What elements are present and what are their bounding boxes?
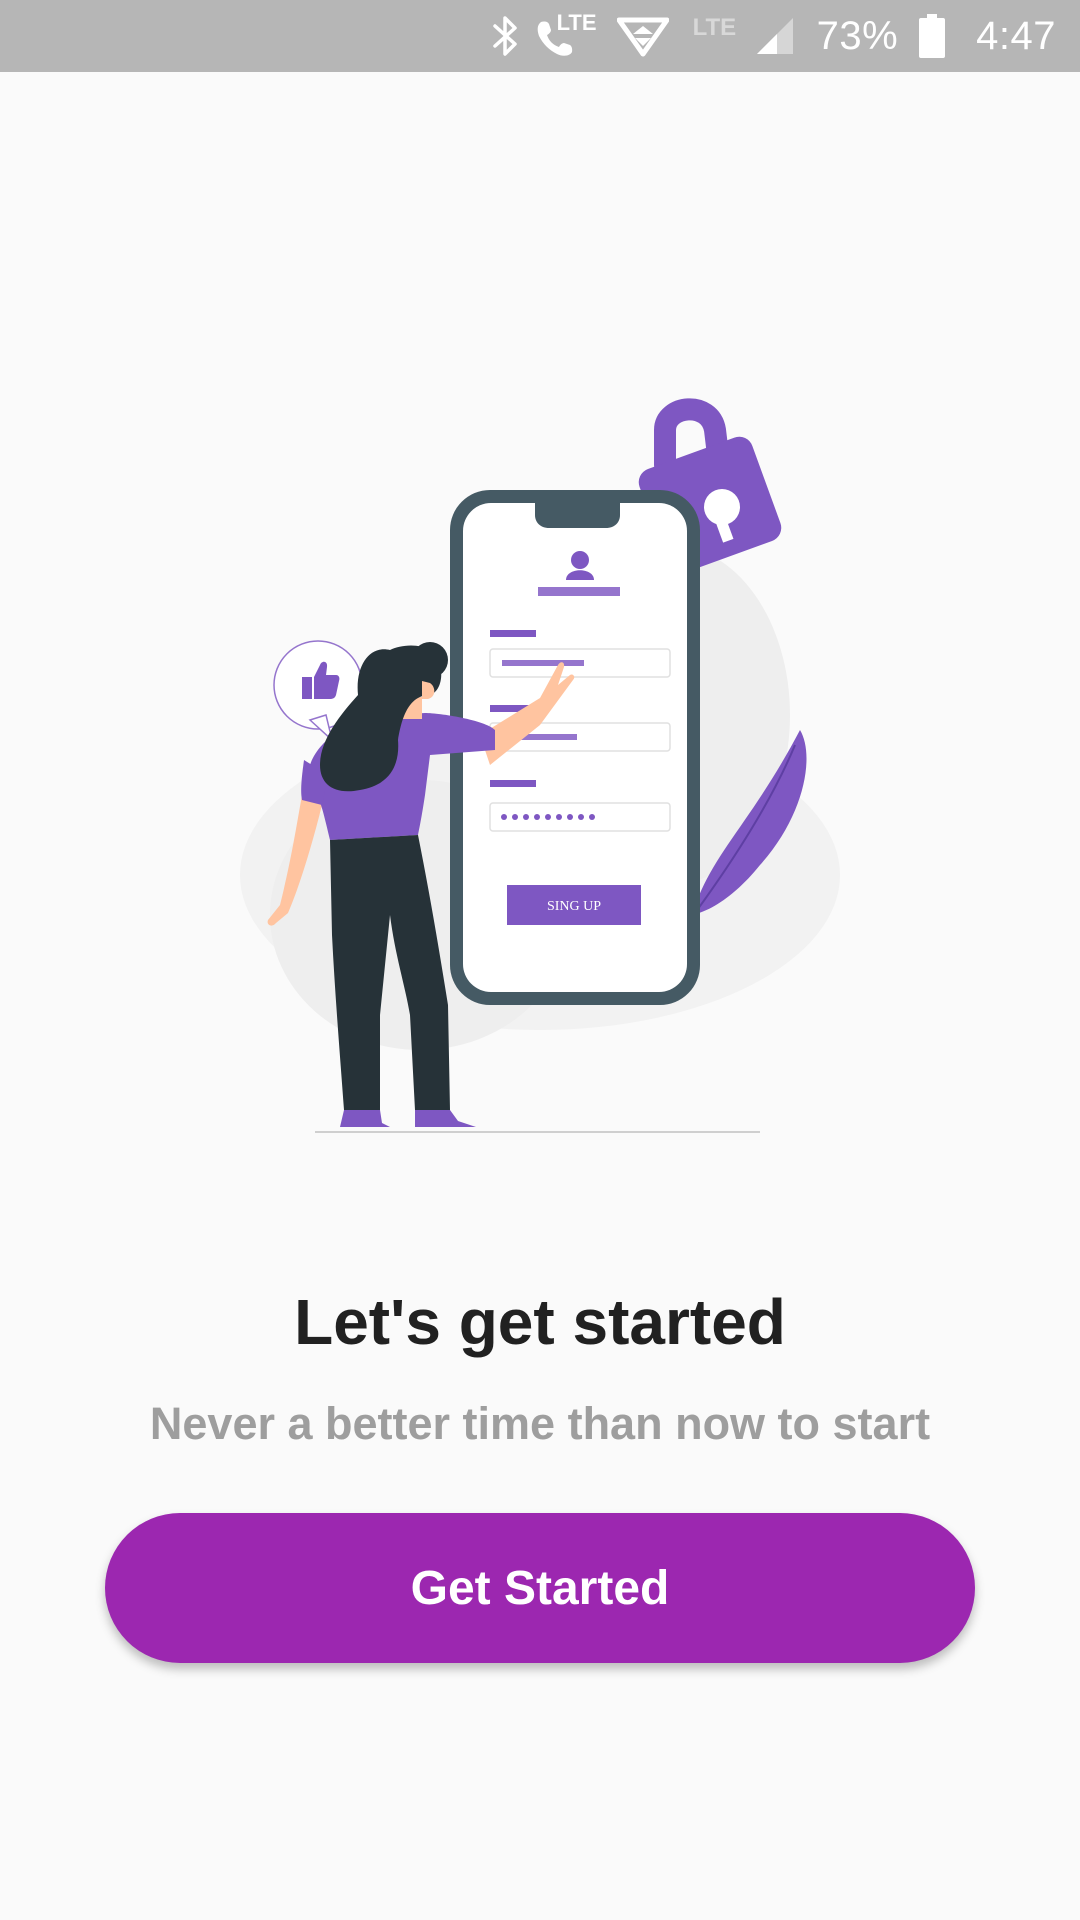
battery-icon (918, 0, 946, 72)
bluetooth-icon (491, 0, 521, 72)
signal-strength-icon (755, 0, 795, 72)
lte-label: LTE (692, 14, 737, 41)
page-title: Let's get started (294, 1286, 786, 1358)
onboarding-screen: LTE LTE 73% 4:47 SING UP Let's get start… (0, 0, 1080, 1920)
lte-call-label: LTE (556, 10, 597, 35)
form-signup-label: SING UP (547, 899, 601, 914)
status-bar: LTE LTE 73% 4:47 (0, 0, 1080, 72)
get-started-label: Get Started (410, 1561, 670, 1615)
page-subtitle: Never a better time than now to start (149, 1398, 931, 1449)
battery-percent: 73% (816, 13, 899, 58)
lte-call-icon: LTE (535, 0, 597, 72)
signup-illustration: SING UP (240, 398, 840, 1133)
data-transfer-icon (616, 0, 669, 72)
lte-label-icon: LTE (693, 0, 745, 72)
clock: 4:47 (976, 13, 1056, 58)
get-started-button[interactable]: Get Started (105, 1513, 975, 1663)
password-dots (501, 814, 595, 820)
